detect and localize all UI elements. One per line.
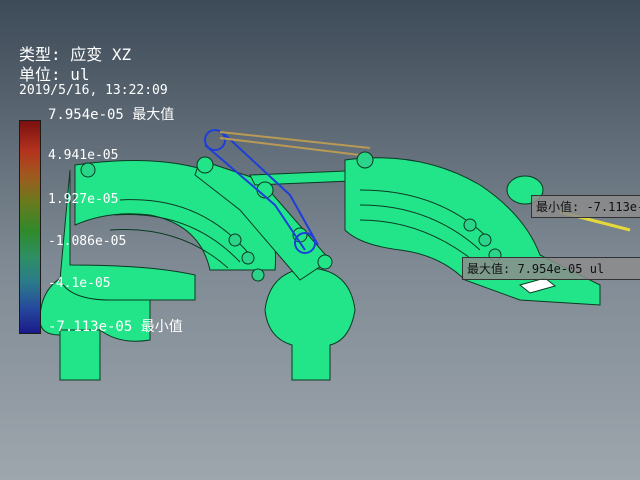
legend-max-label: 7.954e-05 最大值 xyxy=(48,107,175,123)
legend-min-label: -7.113e-05 最小值 xyxy=(48,319,183,335)
top-link xyxy=(219,131,371,157)
mid-support xyxy=(264,267,356,381)
unit-label: 单位: ul xyxy=(19,65,90,84)
timestamp: 2019/5/16, 13:22:09 xyxy=(19,83,168,98)
color-legend-bar xyxy=(19,120,41,334)
legend-tick: -1.086e-05 xyxy=(48,234,127,249)
legend-tick: 1.927e-05 xyxy=(48,192,119,207)
legend-tick: 4.941e-05 xyxy=(48,148,119,163)
right-arm xyxy=(344,151,601,306)
legend-tick: -4.1e-05 xyxy=(48,276,111,291)
max-value-probe[interactable]: 最大值: 7.954e-05 ul xyxy=(462,257,640,280)
min-value-probe[interactable]: 最小值: -7.113e- xyxy=(531,195,640,218)
